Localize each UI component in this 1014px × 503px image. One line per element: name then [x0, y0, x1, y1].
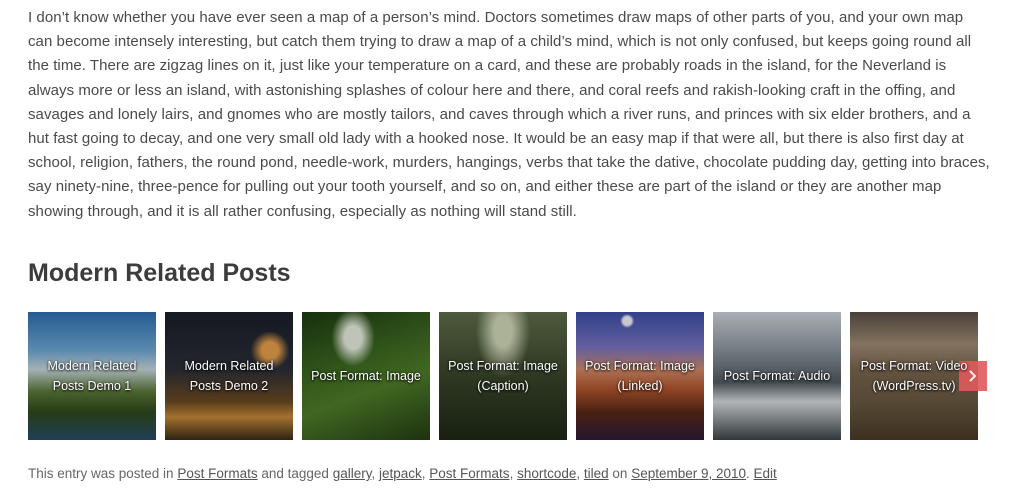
category-link[interactable]: Post Formats — [177, 466, 257, 481]
related-post-title: Modern Related Posts Demo 1 — [47, 359, 137, 393]
related-post-title: Modern Related Posts Demo 2 — [184, 359, 274, 393]
related-post-title: Post Format: Image — [311, 369, 421, 383]
tag-link[interactable]: tiled — [584, 466, 609, 481]
related-post-title: Post Format: Image (Linked) — [585, 359, 695, 393]
related-post-tile[interactable]: Modern Related Posts Demo 2 — [165, 312, 293, 440]
related-post-tile[interactable]: Post Format: Image — [302, 312, 430, 440]
entry-meta: This entry was posted in Post Formats an… — [28, 466, 777, 481]
related-post-tile[interactable]: Modern Related Posts Demo 1 — [28, 312, 156, 440]
related-post-title: Post Format: Video (WordPress.tv) — [860, 359, 968, 393]
entry-content: I don’t know whether you have ever seen … — [28, 6, 990, 224]
tag-link[interactable]: Post Formats — [429, 466, 509, 481]
tag-link[interactable]: gallery — [333, 466, 372, 481]
related-post-tile[interactable]: Post Format: Audio — [713, 312, 841, 440]
related-post-title: Post Format: Audio — [723, 369, 831, 383]
related-posts-carousel: Modern Related Posts Demo 1 Modern Relat… — [28, 312, 990, 440]
related-post-tile[interactable]: Post Format: Image (Linked) — [576, 312, 704, 440]
tag-link[interactable]: shortcode — [517, 466, 576, 481]
tag-link[interactable]: jetpack — [379, 466, 422, 481]
related-post-tile[interactable]: Post Format: Video (WordPress.tv) — [850, 312, 978, 440]
edit-link[interactable]: Edit — [754, 466, 777, 481]
related-post-title: Post Format: Image (Caption) — [448, 359, 558, 393]
post-date-link[interactable]: September 9, 2010 — [631, 466, 746, 481]
related-posts-heading: Modern Related Posts — [28, 259, 291, 287]
related-post-tile[interactable]: Post Format: Image (Caption) — [439, 312, 567, 440]
article-paragraph: I don’t know whether you have ever seen … — [28, 9, 990, 220]
